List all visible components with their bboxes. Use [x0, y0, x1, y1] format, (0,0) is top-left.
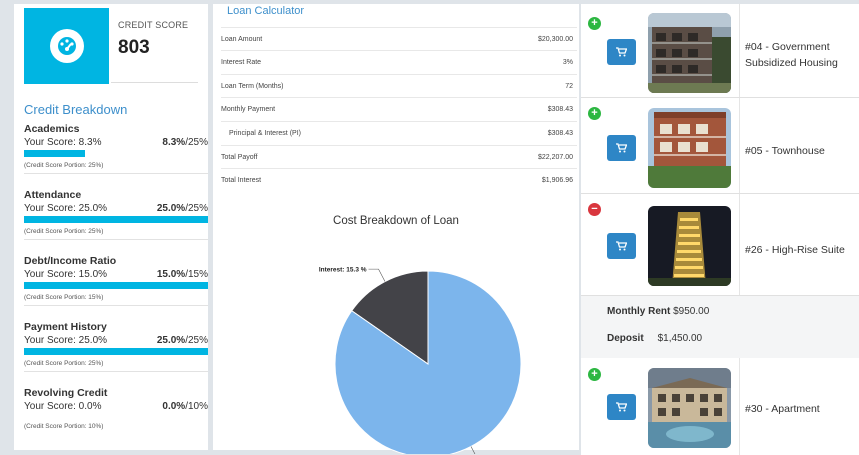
- loan-calculator-panel: Loan Calculator Loan Amount $20,300.00 In…: [213, 4, 579, 455]
- credit-breakdown-title: Credit Breakdown: [24, 102, 128, 117]
- loan-row: Interest Rate 3%: [221, 50, 577, 73]
- building-image: [648, 108, 731, 188]
- unit-photo[interactable]: [648, 206, 731, 286]
- cart-button[interactable]: [607, 233, 636, 259]
- speedometer-icon: [24, 8, 109, 84]
- credit-category: Payment History Your Score: 25.0% 25.0%/…: [24, 321, 208, 372]
- credit-category: Academics Your Score: 8.3% 8.3%/25% (Cre…: [24, 123, 208, 174]
- housing-panel: + #04 - Government Subsidized Housing +: [581, 4, 859, 455]
- loan-row-value: 72: [565, 82, 573, 90]
- credit-score-label: CREDIT SCORE: [118, 20, 189, 30]
- building-image: [648, 368, 731, 448]
- building-image: [648, 206, 731, 286]
- cart-icon: [616, 143, 627, 153]
- cart-icon: [616, 241, 627, 251]
- add-toggle-button[interactable]: +: [588, 107, 601, 120]
- loan-row-value: $1,906.96: [541, 176, 573, 184]
- score-ratio: 25.0%/25%: [156, 335, 208, 346]
- loan-row-label: Loan Amount: [221, 35, 263, 43]
- pie-svg: Interest: 15.3 %Principal: 84.7 %: [319, 267, 522, 455]
- rent-details: Monthly Rent $950.00 Deposit $1,450.00: [581, 296, 859, 358]
- loan-row-label: Total Payoff: [221, 153, 258, 161]
- credit-category: Revolving Credit Your Score: 0.0% 0.0%/1…: [24, 387, 208, 434]
- cart-button[interactable]: [607, 135, 636, 161]
- score-bar: [24, 216, 208, 223]
- chart-title: Cost Breakdown of Loan: [333, 215, 459, 227]
- your-score: Your Score: 25.0%: [24, 335, 108, 346]
- cart-icon: [616, 402, 627, 412]
- category-name: Attendance: [24, 189, 82, 201]
- unit-name: #04 - Government Subsidized Housing: [745, 41, 838, 69]
- score-portion: (Credit Score Portion: 25%): [24, 360, 208, 372]
- loan-row-label: Monthly Payment: [221, 105, 276, 113]
- unit-row: + #30 - Apartment: [581, 358, 859, 455]
- add-toggle-button[interactable]: +: [588, 368, 601, 381]
- your-score: Your Score: 15.0%: [24, 269, 108, 280]
- loan-row: Loan Amount $20,300.00: [221, 27, 577, 50]
- unit-photo[interactable]: [648, 368, 731, 448]
- loan-row: Monthly Payment $308.43: [221, 97, 577, 120]
- monthly-rent: Monthly Rent $950.00: [607, 306, 710, 317]
- your-score: Your Score: 25.0%: [24, 203, 108, 214]
- your-score: Your Score: 8.3%: [24, 137, 102, 148]
- loan-row: Principal & Interest (PI) $308.43: [221, 121, 577, 144]
- unit-photo[interactable]: [648, 108, 731, 188]
- loan-row: Total Interest $1,906.96: [221, 168, 577, 191]
- category-name: Payment History: [24, 321, 107, 333]
- divider: [739, 194, 740, 295]
- credit-score-value: 803: [118, 37, 150, 58]
- unit-row: + #05 - Townhouse: [581, 98, 859, 194]
- divider: [739, 98, 740, 193]
- loan-row-value: $308.43: [547, 129, 573, 137]
- cart-icon: [616, 47, 627, 57]
- divider: [739, 358, 740, 455]
- category-name: Academics: [24, 123, 80, 135]
- pie-label-interest: Interest: 15.3 %: [319, 267, 367, 274]
- category-name: Debt/Income Ratio: [24, 255, 117, 267]
- score-bar: [24, 282, 208, 289]
- building-image: [648, 13, 731, 93]
- credit-category: Debt/Income Ratio Your Score: 15.0% 15.0…: [24, 255, 208, 306]
- loan-row-label: Principal & Interest (PI): [229, 129, 301, 137]
- score-portion: (Credit Score Portion: 10%): [24, 423, 104, 430]
- score-ratio: 15.0%/15%: [156, 269, 208, 280]
- loan-row-value: $20,300.00: [537, 35, 573, 43]
- cart-button[interactable]: [607, 39, 636, 65]
- score-portion: (Credit Score Portion: 15%): [24, 294, 208, 306]
- score-bar: [24, 348, 208, 355]
- divider: [739, 4, 740, 97]
- category-name: Revolving Credit: [24, 387, 108, 399]
- credit-category: Attendance Your Score: 25.0% 25.0%/25% (…: [24, 189, 208, 240]
- loan-row-label: Interest Rate: [221, 58, 262, 66]
- cart-button[interactable]: [607, 394, 636, 420]
- remove-toggle-button[interactable]: −: [588, 203, 601, 216]
- loan-pie-chart: Interest: 15.3 %Principal: 84.7 %: [273, 244, 573, 455]
- your-score: Your Score: 0.0%: [24, 401, 102, 412]
- score-portion: (Credit Score Portion: 25%): [24, 162, 208, 174]
- loan-row-value: $308.43: [547, 105, 573, 113]
- loan-row-label: Total Interest: [221, 176, 262, 184]
- divider: [111, 82, 198, 83]
- credit-panel: CREDIT SCORE 803 Credit Breakdown Academ…: [14, 4, 208, 450]
- score-bar: [24, 150, 86, 157]
- unit-name: #26 - High-Rise Suite: [745, 244, 845, 256]
- unit-name: #30 - Apartment: [745, 403, 820, 415]
- loan-row-value: $22,207.00: [537, 153, 573, 161]
- unit-row: − #26 - High-Rise Suite: [581, 194, 859, 296]
- score-ratio: 25.0%/25%: [156, 203, 208, 214]
- loan-row-value: 3%: [562, 58, 573, 66]
- unit-photo[interactable]: [648, 13, 731, 93]
- loan-row: Total Payoff $22,207.00: [221, 145, 577, 168]
- unit-name: #05 - Townhouse: [745, 145, 825, 157]
- deposit: Deposit $1,450.00: [607, 333, 703, 344]
- score-ratio: 0.0%/10%: [162, 401, 208, 412]
- loan-calculator-title: Loan Calculator: [227, 5, 305, 17]
- score-ratio: 8.3%/25%: [162, 137, 208, 148]
- unit-row: + #04 - Government Subsidized Housing: [581, 4, 859, 98]
- pie-leader-line: [368, 268, 386, 282]
- loan-row-label: Loan Term (Months): [221, 82, 284, 90]
- score-portion: (Credit Score Portion: 25%): [24, 228, 208, 240]
- loan-row: Loan Term (Months) 72: [221, 74, 577, 97]
- add-toggle-button[interactable]: +: [588, 17, 601, 30]
